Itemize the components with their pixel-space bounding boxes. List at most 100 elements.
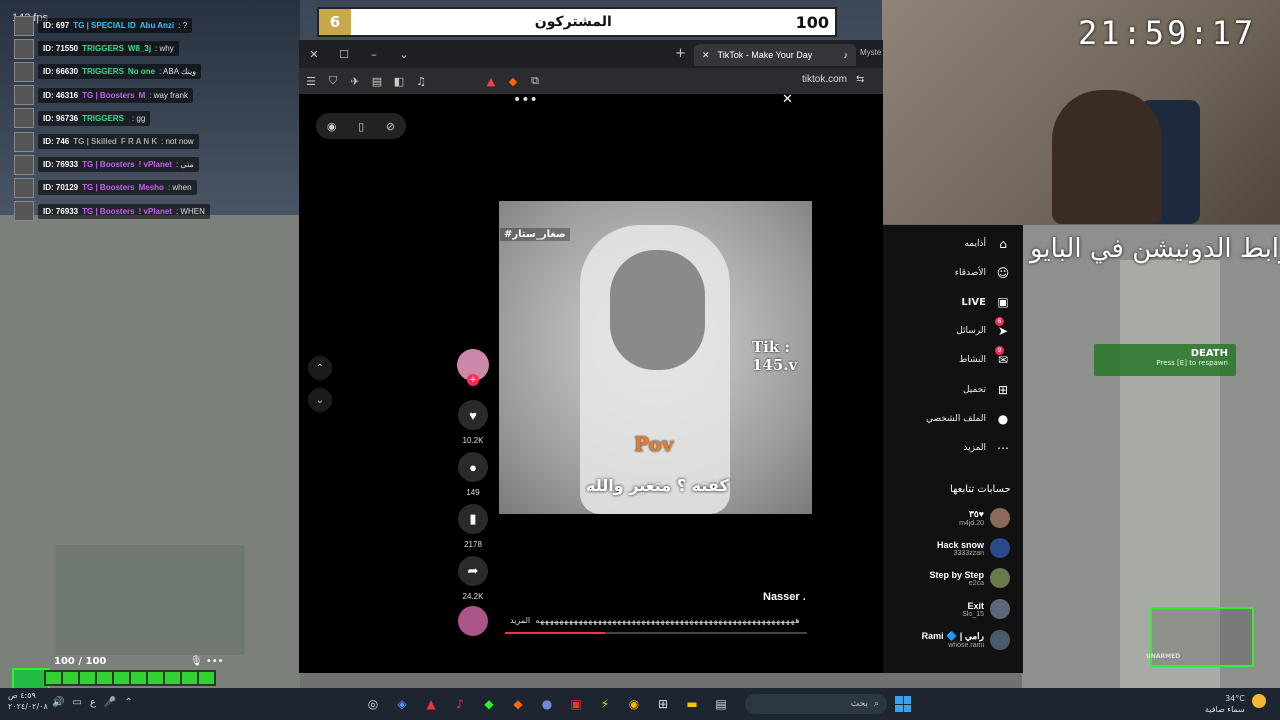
chat-row: ID: 96736 TRIGGERS: gg — [14, 107, 294, 130]
share-arrow-icon[interactable]: ➦ — [458, 556, 488, 586]
site-settings-icon[interactable]: ⇆ — [856, 74, 864, 85]
sidebar-icon[interactable]: ◧ — [389, 71, 409, 91]
phone-icon[interactable]: ▯ — [358, 120, 364, 133]
app-yellow-icon[interactable]: ⚡ — [594, 693, 616, 715]
account-username: Slo_15 — [962, 610, 984, 618]
pin-icon[interactable]: ✈ — [345, 71, 365, 91]
follow-plus-icon[interactable]: + — [467, 374, 479, 386]
app-stream-icon[interactable]: ▣ — [565, 693, 587, 715]
reader-icon[interactable]: ▤ — [367, 71, 387, 91]
chat-row: ID: 76933 TG | Boosters! vPlanet: متى — [14, 153, 294, 176]
comment-icon[interactable]: ● — [458, 452, 488, 482]
chat-tag: TRIGGERS — [82, 113, 124, 123]
share-action[interactable]: ➦ 24.2K — [455, 556, 491, 601]
following-account[interactable]: Hack snow 3333zzan — [905, 538, 1010, 558]
nav-label: المزيد — [963, 443, 986, 453]
chat-tag: TG | Boosters — [82, 160, 135, 170]
app-blue-icon[interactable]: ◈ — [391, 693, 413, 715]
weather-widget[interactable]: 34°C سماء صافية — [1205, 693, 1245, 715]
app-discord-icon[interactable]: ● — [536, 693, 558, 715]
tab-list-chevron-icon[interactable]: ⌄ — [389, 40, 419, 68]
video-description: هههههههههههههههههههههههههههههههههههههههه… — [535, 616, 800, 625]
friends-icon: ☺ — [996, 266, 1010, 280]
subscriber-title: المشتركون — [534, 14, 612, 30]
chat-row: ID: 70129 TG | Boosters Mesho: when — [14, 176, 294, 199]
following-account[interactable]: Rami 🔷 | رامي whose.rami — [905, 630, 1010, 650]
app-folder-icon[interactable]: ▬ — [681, 693, 703, 715]
taskbar-search[interactable]: بحث ⌕ — [745, 694, 887, 714]
nav-item-messages[interactable]: الرسائل ➤ 6 — [900, 317, 1012, 341]
tray-icons: 🔊 ▭ ع 🎤 ⌃ — [52, 697, 133, 708]
menu-icon[interactable]: ☰ — [301, 71, 321, 91]
music-icon[interactable]: ♫ — [411, 71, 431, 91]
clock-tray[interactable]: ٤:٥٩ ص ٢٠٢٤/٠٢/٠٨ — [8, 690, 48, 712]
compass-icon[interactable]: ⊘ — [386, 120, 395, 133]
warning-icon[interactable]: ▲ — [481, 71, 501, 91]
new-tab-button[interactable]: + — [675, 46, 686, 61]
nav-item-more[interactable]: المزيد ⋯ — [900, 438, 1012, 458]
sun-icon — [1252, 694, 1266, 708]
tab-close-icon[interactable]: ✕ — [702, 50, 710, 61]
heart-icon[interactable]: ♥ — [458, 400, 488, 430]
tab-tiktok[interactable]: ✕ TikTok - Make Your Day ♪ — [694, 44, 856, 66]
chat-body: ID: 76933 TG | Boosters! vPlanet: متى — [38, 157, 199, 173]
next-video-button[interactable]: ⌄ — [308, 388, 332, 412]
language-indicator[interactable]: ع — [90, 697, 96, 708]
close-video-icon[interactable]: ✕ — [782, 92, 793, 107]
nav-item-home[interactable]: أذايمه ⌂ — [900, 234, 1012, 254]
chat-avatar — [14, 61, 34, 82]
tab-next[interactable]: Myste — [860, 48, 881, 57]
comment-action[interactable]: ● 149 — [455, 452, 491, 497]
mic-tray-icon[interactable]: 🎤 — [104, 697, 116, 708]
more-dots-icon[interactable]: ••• — [513, 92, 538, 108]
nav-label: الملف الشخصي — [926, 414, 986, 424]
account-text: Rami 🔷 | رامي whose.rami — [922, 631, 984, 649]
chat-avatar — [14, 108, 34, 129]
minimize-icon[interactable]: – — [359, 40, 389, 68]
chat-avatar — [14, 85, 34, 106]
app-tiktok-icon[interactable]: ♪ — [449, 693, 471, 715]
nav-item-upload[interactable]: تحميل ⊞ — [900, 380, 1012, 400]
chat-tag: TRIGGERS — [82, 67, 124, 77]
speaker-icon[interactable]: 🔊 — [52, 697, 64, 708]
account-username: e2ca — [968, 579, 984, 587]
url-text[interactable]: tiktok.com — [802, 74, 847, 85]
brave-shield-icon[interactable]: ◆ — [503, 71, 523, 91]
see-more-link[interactable]: المزيد — [510, 616, 530, 625]
maximize-icon[interactable]: ☐ — [329, 40, 359, 68]
nav-item-profile[interactable]: الملف الشخصي ● — [900, 409, 1012, 429]
chevron-up-tray-icon[interactable]: ⌃ — [124, 697, 132, 708]
app-chrome-icon[interactable]: ◉ — [623, 693, 645, 715]
nav-item-live[interactable]: LIVE ▣ — [900, 292, 1012, 312]
chat-body: ID: 697 TG | SPECIAL ID Abu Anzi: ? — [38, 18, 193, 34]
extension-icon[interactable]: ⧉ — [525, 71, 545, 91]
health-segment — [80, 672, 95, 684]
prev-video-button[interactable]: ⌃ — [308, 356, 332, 380]
chat-name: F R A N K — [120, 137, 158, 147]
nav-item-activity[interactable]: النشاط ✉ 9 — [900, 346, 1012, 370]
following-account[interactable]: ٣٥♥ m4jd.20 — [905, 508, 1010, 528]
app-file-icon[interactable]: ▤ — [710, 693, 732, 715]
webcam-streamer — [1052, 90, 1162, 224]
app-red-triangle-icon[interactable]: ▲ — [420, 693, 442, 715]
death-subtitle: Press [E] to respawn — [1156, 359, 1228, 367]
close-window-icon[interactable]: ✕ — [299, 40, 329, 68]
like-action[interactable]: ♥ 10.2K — [455, 400, 491, 445]
app-brave-icon[interactable]: ◆ — [507, 693, 529, 715]
shield-icon[interactable]: ⛉ — [323, 71, 343, 91]
following-account[interactable]: Exit Slo_15 — [905, 599, 1010, 619]
bookmark-icon[interactable]: ▮ — [458, 504, 488, 534]
video-author[interactable]: Nasser . — [763, 591, 806, 603]
account-text: ٣٥♥ m4jd.20 — [959, 509, 984, 527]
app-store-icon[interactable]: ⊞ — [652, 693, 674, 715]
windows-start-icon[interactable] — [895, 696, 911, 712]
following-account[interactable]: Step by Step e2ca — [905, 568, 1010, 588]
account-icon[interactable]: ◉ — [327, 120, 337, 133]
save-action[interactable]: ▮ 2178 — [455, 504, 491, 549]
music-disc-icon[interactable] — [458, 606, 488, 636]
nav-item-friends[interactable]: الأصدقاء ☺ — [900, 263, 1012, 283]
app-green-icon[interactable]: ◆ — [478, 693, 500, 715]
chat-id: ID: 71550 — [43, 44, 79, 54]
monitor-icon[interactable]: ▭ — [72, 697, 81, 708]
app-obs-icon[interactable]: ◎ — [362, 693, 384, 715]
